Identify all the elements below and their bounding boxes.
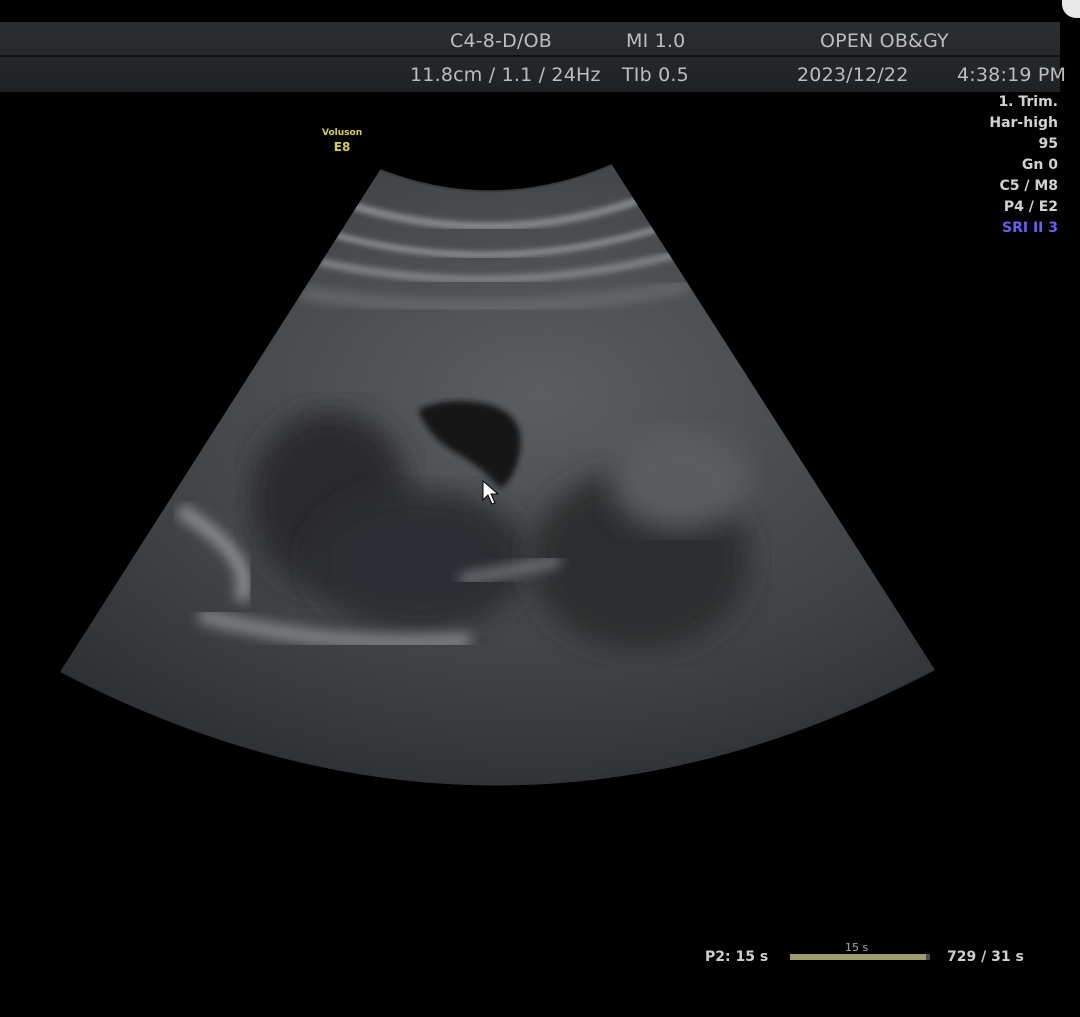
param-value: 95: [1038, 136, 1058, 152]
harmonic-label: Har-high: [989, 115, 1058, 131]
depth-params: 11.8cm / 1.1 / 24Hz: [410, 64, 601, 86]
trimester-label: 1. Trim.: [998, 94, 1058, 110]
brand-model: E8: [333, 140, 351, 154]
imaging-params-panel: 1. Trim. Har-high 95 Gn 0 C5 / M8 P4 / E…: [989, 92, 1058, 239]
device-brand: Voluson E8: [322, 128, 362, 154]
institution-label: OPEN OB&GY: [820, 30, 949, 52]
cine-duration-label: 15 s: [845, 941, 869, 954]
brand-name: Voluson: [322, 128, 363, 138]
ultrasound-image: [60, 164, 935, 786]
gain-label: Gn 0: [1021, 157, 1058, 173]
probe-label: C4-8-D/OB: [450, 30, 552, 52]
header-divider: [0, 55, 1060, 57]
pe-label: P4 / E2: [1003, 199, 1058, 215]
cm-label: C5 / M8: [999, 178, 1058, 194]
mouse-pointer-icon: [482, 480, 500, 505]
p2-label: P2: 15 s: [705, 949, 769, 965]
exam-time: 4:38:19 PM: [957, 64, 1067, 86]
frame-count: 729 / 31 s: [947, 949, 1024, 965]
mi-value: MI 1.0: [626, 30, 686, 52]
exam-date: 2023/12/22: [797, 64, 909, 86]
info-header: C4-8-D/OB MI 1.0 OPEN OB&GY 11.8cm / 1.1…: [0, 22, 1066, 92]
sri-label: SRI II 3: [1002, 220, 1058, 236]
cine-loop-fill: [790, 954, 926, 960]
tib-value: TIb 0.5: [622, 64, 689, 86]
cine-loop-bar[interactable]: [790, 954, 930, 960]
